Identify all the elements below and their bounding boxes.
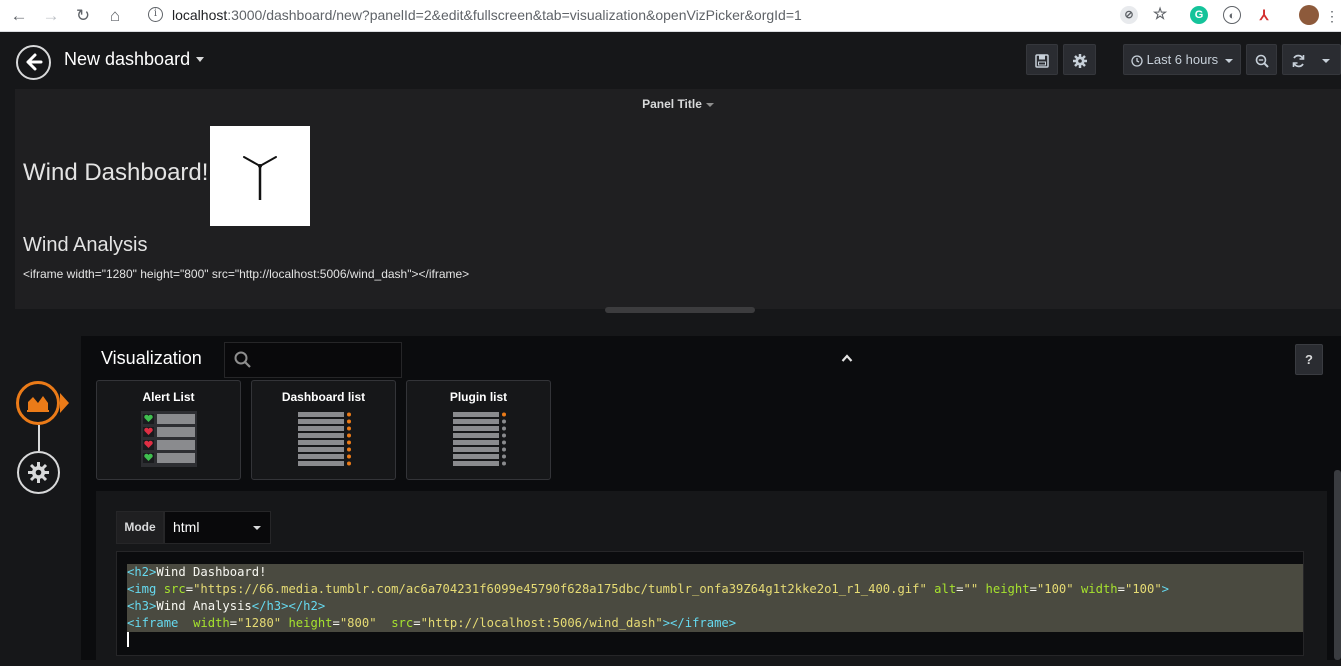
extension-icon[interactable]: ◐: [1223, 6, 1241, 24]
panel-iframe-text: <iframe width="1280" height="800" src="h…: [23, 267, 470, 281]
info-icon[interactable]: i: [148, 7, 163, 22]
wind-turbine-icon: [243, 156, 277, 200]
refresh-button[interactable]: [1282, 44, 1341, 75]
panel-title[interactable]: Panel Title: [15, 97, 1341, 111]
zoom-out-button[interactable]: [1246, 44, 1277, 75]
menu-icon[interactable]: ⋮: [1321, 5, 1341, 27]
text-cursor: [127, 632, 129, 647]
arrow-left-icon: [26, 53, 42, 71]
pdf-icon[interactable]: ⅄: [1255, 6, 1273, 24]
save-button[interactable]: [1026, 44, 1058, 75]
clock-icon: [1131, 54, 1143, 67]
back-arrow-icon[interactable]: ←: [8, 5, 30, 27]
mode-label: Mode: [116, 511, 164, 544]
search-icon: [234, 351, 251, 368]
active-step-arrow: [60, 393, 69, 413]
visualization-step-button[interactable]: [16, 381, 60, 425]
browser-toolbar: ← → ↻ ⌂ i localhost:3000/dashboard/new?p…: [0, 0, 1341, 32]
caret-down-icon: [1321, 58, 1330, 63]
code-line-4: <iframe width="1280" height="800" src="h…: [127, 616, 737, 630]
caret-down-icon: [253, 526, 261, 530]
tracking-blocked-icon[interactable]: ⊘: [1120, 6, 1138, 24]
mode-select[interactable]: html: [164, 511, 271, 544]
forward-arrow-icon[interactable]: →: [40, 5, 62, 27]
visualization-header: Visualization: [101, 348, 202, 368]
code-line-3: <h3>Wind Analysis</h3></h2>: [127, 599, 326, 613]
alert-list-icon: [141, 411, 197, 467]
page-scrollbar[interactable]: [1334, 470, 1341, 660]
reload-icon[interactable]: ↻: [72, 5, 94, 27]
address-bar[interactable]: i localhost:3000/dashboard/new?panelId=2…: [138, 3, 1098, 28]
panel-editor: Visualization ? Alert List Dashboard lis…: [81, 336, 1341, 666]
panel-subheading: Wind Analysis: [23, 234, 148, 256]
caret-down-icon: [1224, 58, 1233, 63]
back-button[interactable]: [16, 45, 51, 80]
general-step-button[interactable]: [17, 451, 60, 494]
dashboard-title[interactable]: New dashboard: [64, 49, 190, 70]
code-line-1: <h2>Wind Dashboard!: [127, 565, 267, 579]
search-minus-icon: [1255, 54, 1269, 68]
panel-preview: Panel Title Wind Dashboard! Wind Analysi…: [15, 89, 1341, 309]
options-section: Mode html <h2>Wind Dashboard! <img src="…: [96, 491, 1327, 666]
wind-turbine-image: [210, 126, 310, 226]
plugin-card-label: Alert List: [142, 390, 195, 404]
code-editor[interactable]: <h2>Wind Dashboard! <img src="https://66…: [116, 551, 1304, 656]
time-picker-button[interactable]: Last 6 hours: [1123, 44, 1241, 75]
caret-down-icon: [705, 102, 714, 107]
home-icon[interactable]: ⌂: [104, 5, 126, 27]
panel-title-text: Panel Title: [642, 97, 702, 111]
plugin-card-label: Dashboard list: [281, 390, 366, 404]
url-text[interactable]: localhost:3000/dashboard/new?panelId=2&e…: [172, 7, 802, 23]
gear-icon: [1072, 53, 1087, 68]
dashboard-navbar: New dashboard Last 6 hours: [0, 33, 1341, 89]
mode-select-value: html: [173, 519, 200, 535]
plugin-card-label: Plugin list: [449, 390, 508, 404]
save-icon: [1035, 53, 1049, 68]
refresh-icon: [1292, 54, 1305, 67]
visualization-search-input[interactable]: [224, 342, 402, 378]
plugin-card-plugin-list[interactable]: Plugin list: [406, 380, 551, 480]
time-range-label: Last 6 hours: [1146, 52, 1219, 67]
dashboard-list-icon: [298, 412, 351, 466]
step-connector: [38, 425, 40, 451]
chevron-up-icon[interactable]: [841, 352, 853, 364]
plugin-card-alert-list[interactable]: Alert List: [96, 380, 241, 480]
cogs-icon: [28, 462, 49, 483]
plugin-card-dashboard-list[interactable]: Dashboard list: [251, 380, 396, 480]
code-line-2: <img src="https://66.media.tumblr.com/ac…: [127, 582, 1170, 596]
grammarly-icon[interactable]: G: [1190, 6, 1208, 24]
panel-resize-handle[interactable]: [605, 307, 755, 313]
avatar[interactable]: [1299, 5, 1319, 25]
help-button[interactable]: ?: [1295, 344, 1323, 375]
area-chart-icon: [27, 396, 49, 412]
star-icon[interactable]: ☆: [1151, 6, 1169, 24]
caret-down-icon[interactable]: [196, 57, 204, 62]
plugin-list-icon: [453, 412, 506, 466]
settings-button[interactable]: [1063, 44, 1096, 75]
panel-heading: Wind Dashboard!: [23, 159, 209, 186]
